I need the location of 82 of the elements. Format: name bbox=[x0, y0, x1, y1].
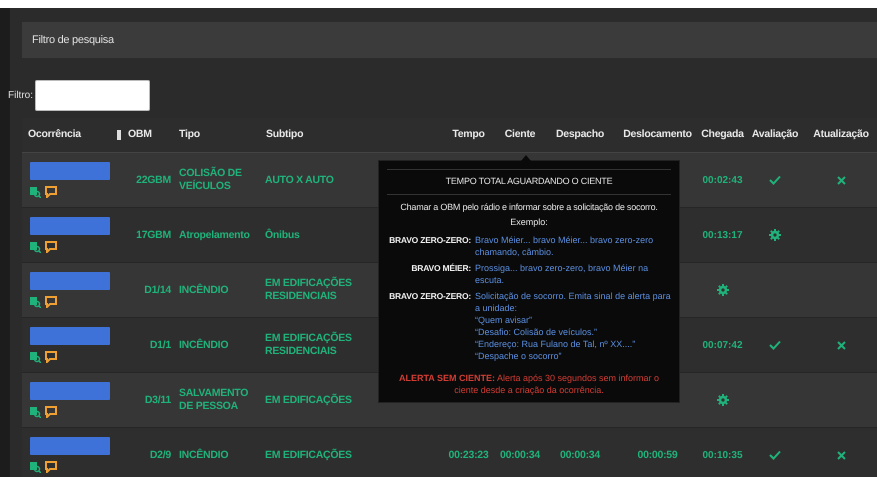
speaker-label: BRAVO ZERO-ZERO: bbox=[389, 290, 471, 302]
column-header[interactable]: Ciente bbox=[504, 127, 536, 143]
chat-icon bbox=[45, 241, 57, 253]
subtype-cell: EM EDIFICAÇÕES bbox=[265, 394, 352, 406]
type-cell: INCÊNDIO bbox=[179, 338, 228, 352]
time-cell: 00:00:34 bbox=[500, 448, 540, 462]
obm-cell: D1/14 bbox=[144, 284, 171, 296]
alert-text: ALERTA SEM CIENTE: Alerta após 30 segundos sem informar o ciente desde a criação da ocorrência. bbox=[398, 372, 660, 396]
filter-label: Filtro: bbox=[8, 88, 33, 102]
subtype-cell: EM EDIFICAÇÕES bbox=[265, 448, 352, 462]
subtype-cell-text: EM EDIFICAÇÕES RESIDENCIAIS bbox=[265, 277, 353, 303]
column-header[interactable]: Tempo bbox=[452, 127, 485, 143]
column-header[interactable]: Chegada bbox=[701, 127, 744, 143]
type-cell-text: SALVAMENTO DE PESSOA bbox=[179, 387, 250, 413]
column-header[interactable]: Ocorrência bbox=[28, 127, 81, 143]
column-header[interactable]: Avaliação bbox=[752, 127, 798, 143]
column-header[interactable]: Deslocamento bbox=[623, 127, 692, 143]
time-cell: 00:00:59 bbox=[638, 448, 678, 462]
occurrence-link-bar[interactable] bbox=[30, 327, 110, 345]
gear-icon bbox=[769, 229, 781, 241]
panel-title: Filtro de pesquisa bbox=[32, 32, 114, 48]
time-cell: 00:23:23 bbox=[448, 448, 488, 462]
time-cell: 00:00:34 bbox=[560, 448, 600, 462]
column-header[interactable]: Atualização bbox=[813, 127, 869, 143]
obm-cell: D1/1 bbox=[150, 338, 171, 352]
tooltip-text: Chamar a OBM pelo rádio e informar sobre a solicitação de socorro. bbox=[399, 200, 659, 214]
subtype-cell: Ônibus bbox=[265, 228, 300, 242]
occurrence-link-bar[interactable] bbox=[30, 272, 110, 290]
close-icon bbox=[836, 176, 846, 184]
gear-icon bbox=[716, 394, 728, 406]
occurrence-link-bar[interactable] bbox=[30, 162, 110, 180]
check-icon bbox=[769, 340, 781, 350]
dialogue-line: Bravo Méier... bravo Méier... bravo zero-zero chamando, câmbio. bbox=[475, 234, 654, 258]
dialogue-line: “Desafio: Colisão de veículos.” bbox=[475, 326, 598, 338]
obm-cell: 17GBM bbox=[136, 228, 171, 242]
speaker-label: BRAVO ZERO-ZERO: bbox=[389, 234, 471, 246]
dialogue-line: “Endereço: Rua Fulano de Tal, nº XX....” bbox=[475, 338, 636, 350]
tooltip-text: Exemplo: bbox=[509, 216, 549, 229]
type-cell: Atropelamento bbox=[179, 228, 250, 242]
arrival-time: 00:02:43 bbox=[702, 174, 743, 188]
column-header[interactable]: OBM bbox=[128, 127, 152, 143]
dialogue-line: “Despache o socorro” bbox=[475, 350, 563, 362]
type-cell: INCÊNDIO bbox=[179, 448, 228, 462]
dialogue-line: Solicitação de socorro. Emita sinal de alerta para a unidade: bbox=[475, 290, 671, 314]
gear-icon bbox=[716, 284, 728, 296]
close-icon bbox=[836, 340, 846, 350]
arrival-time: 00:13:17 bbox=[702, 228, 743, 242]
column-header[interactable]: Despacho bbox=[556, 127, 604, 143]
search-icon bbox=[30, 352, 41, 362]
check-icon bbox=[769, 450, 781, 460]
close-icon bbox=[836, 450, 846, 460]
chat-icon bbox=[45, 406, 57, 418]
dialogue-line: “Quem avisar” bbox=[475, 314, 534, 326]
search-icon bbox=[30, 406, 41, 418]
occurrence-link-bar[interactable] bbox=[30, 217, 110, 235]
occurrence-link-bar[interactable] bbox=[30, 382, 110, 400]
filter-input[interactable] bbox=[35, 80, 150, 110]
search-icon bbox=[30, 242, 41, 252]
arrival-time: 00:10:35 bbox=[702, 448, 743, 462]
chat-icon bbox=[45, 351, 57, 363]
chat-icon bbox=[45, 296, 57, 308]
sort-icon bbox=[116, 130, 120, 140]
search-icon bbox=[30, 462, 41, 472]
speaker-label: BRAVO MÉIER: bbox=[411, 262, 471, 274]
column-header[interactable]: Subtipo bbox=[266, 127, 304, 143]
search-icon bbox=[30, 296, 41, 308]
arrival-time: 00:07:42 bbox=[702, 338, 743, 352]
column-header[interactable]: Tipo bbox=[179, 127, 200, 143]
type-cell-text: COLISÃO DE VEÍCULOS bbox=[179, 167, 243, 193]
chat-icon bbox=[45, 186, 57, 198]
tooltip-title: TEMPO TOTAL AGUARDANDO O CIENTE bbox=[387, 169, 671, 194]
subtype-cell-text: EM EDIFICAÇÕES RESIDENCIAIS bbox=[265, 332, 353, 358]
occurrence-link-bar[interactable] bbox=[30, 437, 110, 455]
chat-icon bbox=[45, 461, 57, 473]
obm-cell: D3/11 bbox=[144, 394, 171, 406]
dialogue-line: Prossiga... bravo zero-zero, bravo Méier na escuta. bbox=[475, 262, 650, 286]
check-icon bbox=[769, 175, 781, 185]
search-icon bbox=[30, 186, 41, 198]
obm-cell: D2/9 bbox=[150, 448, 171, 462]
subtype-cell: AUTO X AUTO bbox=[265, 174, 334, 186]
type-cell: INCÊNDIO bbox=[179, 284, 228, 296]
obm-cell: 22GBM bbox=[136, 174, 171, 186]
